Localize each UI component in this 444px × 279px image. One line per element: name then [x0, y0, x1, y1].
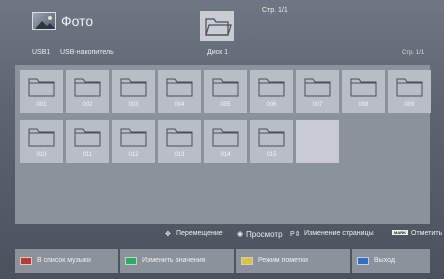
folder-name: 015 [266, 152, 277, 158]
view-hint: Просмотр [246, 230, 283, 239]
red-key-icon [20, 257, 32, 265]
exit-label: Выход [374, 257, 395, 264]
folder-tile[interactable]: 008 [342, 70, 385, 113]
empty-tile [296, 120, 339, 163]
exit-button[interactable]: Выход [352, 249, 430, 273]
ok-icon: ◉ [237, 231, 244, 238]
mark-mode-button[interactable]: Режим пометки [236, 249, 350, 273]
folder-tile[interactable]: 012 [112, 120, 155, 163]
folder-name: 001 [36, 102, 47, 108]
folder-tile[interactable]: 007 [296, 70, 339, 113]
blue-key-icon [357, 257, 369, 265]
change-values-button[interactable]: Изменить значения [120, 249, 234, 273]
folder-tile[interactable]: 002 [66, 70, 109, 113]
page-change-hint: Изменение страницы [304, 230, 374, 237]
page-change-icon: P⇕ [290, 231, 301, 238]
change-values-label: Изменить значения [142, 257, 206, 264]
navigation-hints: ✥ Перемещение ◉ Просмотр P⇕ Изменение ст… [0, 230, 444, 241]
breadcrumb-device: USB1 [32, 49, 51, 56]
folder-grid: 001 002 003 004 005 006 007 008 009 010 011 012 013 0… [15, 65, 431, 224]
folder-icon [199, 10, 235, 42]
folder-name: 006 [266, 102, 277, 108]
folder-tile[interactable]: 006 [250, 70, 293, 113]
folder-name: 004 [174, 102, 185, 108]
move-hint: Перемещение [176, 230, 223, 237]
folder-name: 012 [128, 152, 139, 158]
green-key-icon [125, 257, 137, 265]
page-indicator-small: Стр. 1/1 [402, 50, 425, 56]
photo-app-icon [32, 12, 56, 30]
move-icon: ✥ [165, 231, 171, 238]
folder-name: 002 [82, 102, 93, 108]
folder-tile[interactable]: 001 [20, 70, 63, 113]
mark-hint: Отметить [411, 230, 443, 237]
folder-name: 014 [220, 152, 231, 158]
folder-tile[interactable]: 014 [204, 120, 247, 163]
folder-name: 013 [174, 152, 185, 158]
app-title: Фото [61, 13, 94, 29]
to-music-list-label: В список музыки [37, 257, 91, 264]
footer-buttons: В список музыки Изменить значения Режим … [15, 249, 430, 273]
header: Фото Стр. 1/1 [0, 0, 444, 44]
page-indicator: Стр. 1/1 [262, 7, 288, 14]
folder-tile[interactable]: 013 [158, 120, 201, 163]
folder-name: 003 [128, 102, 139, 108]
breadcrumb-storage: USB-накопитель [60, 49, 114, 56]
to-music-list-button[interactable]: В список музыки [15, 249, 118, 273]
folder-name: 011 [82, 152, 93, 158]
yellow-key-icon [241, 257, 253, 265]
mark-badge: MARK [392, 230, 408, 235]
breadcrumb-disk: Диск 1 [207, 49, 229, 56]
folder-tile[interactable]: 015 [250, 120, 293, 163]
folder-name: 010 [36, 152, 47, 158]
folder-name: 009 [404, 102, 415, 108]
folder-tile[interactable]: 010 [20, 120, 63, 163]
screen: Фото Стр. 1/1 USB1 USB-накопитель Диск 1… [0, 0, 444, 279]
folder-tile[interactable]: 004 [158, 70, 201, 113]
folder-tile[interactable]: 003 [112, 70, 155, 113]
folder-tile[interactable]: 009 [388, 70, 431, 113]
breadcrumb: USB1 USB-накопитель Диск 1 Стр. 1/1 [0, 47, 444, 61]
folder-tile[interactable]: 011 [66, 120, 109, 163]
folder-name: 007 [312, 102, 323, 108]
folder-name: 008 [358, 102, 369, 108]
mark-mode-label: Режим пометки [258, 257, 308, 264]
folder-tile[interactable]: 005 [204, 70, 247, 113]
folder-name: 005 [220, 102, 231, 108]
